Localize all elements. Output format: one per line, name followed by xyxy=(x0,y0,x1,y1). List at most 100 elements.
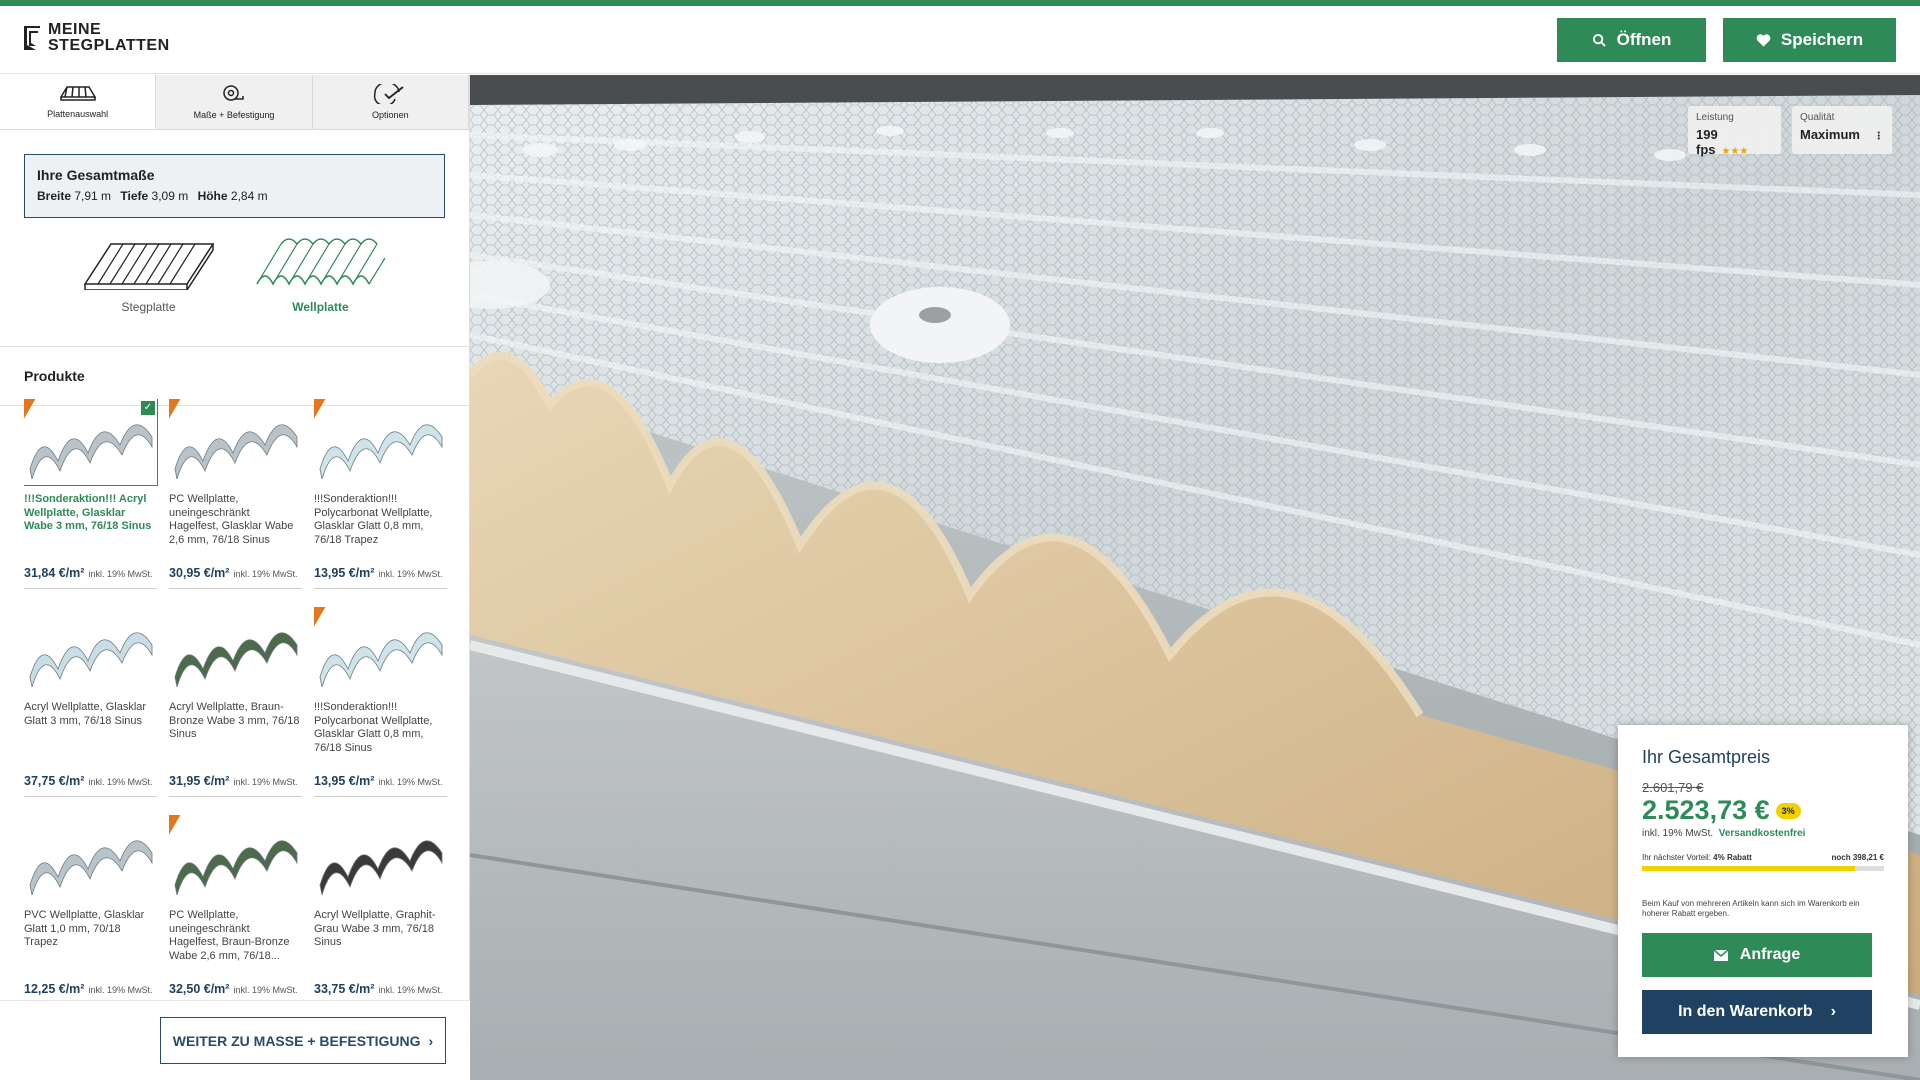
corrugated-sheet-icon xyxy=(255,238,386,286)
remaining-amount: noch 398,21 € xyxy=(1831,853,1884,862)
tab-optionen[interactable]: Optionen xyxy=(312,75,469,129)
more-vertical-icon[interactable]: ⋮ xyxy=(1874,131,1884,142)
perf-value-row: 199 fps ★★★ xyxy=(1696,127,1773,157)
total-price: 2.523,73 € xyxy=(1642,795,1770,825)
product-thumbnail xyxy=(24,815,157,901)
price-value: 12,25 €/m² xyxy=(24,982,85,996)
quality-label: Qualität xyxy=(1800,112,1835,123)
price-value: 31,95 €/m² xyxy=(169,774,230,788)
roof-panel-icon xyxy=(59,86,96,101)
product-thumbnail xyxy=(169,815,302,901)
product-price: 30,95 €/m² inkl. 19% MwSt. xyxy=(169,566,298,580)
product-thumbnail xyxy=(314,815,447,901)
product-card[interactable]: PC Wellplatte, uneingeschränkt Hagelfest… xyxy=(169,399,302,589)
product-card[interactable]: PVC Wellplatte, Glasklar Glatt 1,0 mm, 7… xyxy=(24,815,157,999)
discount-badge: 3% xyxy=(1775,802,1801,819)
type-stegplatte[interactable]: Stegplatte xyxy=(83,238,215,338)
vat-line: inkl. 19% MwSt. Versandkostenfrei xyxy=(1642,828,1884,839)
price-vat-note: inkl. 19% MwSt. xyxy=(88,777,153,787)
depth-value: 3,09 m xyxy=(151,189,189,203)
add-to-cart-button[interactable]: In den Warenkorb › xyxy=(1642,990,1872,1034)
product-price: 33,75 €/m² inkl. 19% MwSt. xyxy=(314,982,443,996)
open-button[interactable]: Öffnen xyxy=(1557,18,1706,62)
product-price: 13,95 €/m² inkl. 19% MwSt. xyxy=(314,774,443,788)
logo-mark-icon xyxy=(24,26,40,50)
performance-indicator[interactable]: Leistung 199 fps ★★★ xyxy=(1688,106,1781,157)
old-price: 2.601,79 € xyxy=(1642,780,1704,795)
type-wellplatte[interactable]: Wellplatte xyxy=(255,238,387,338)
product-name: Acryl Wellplatte, Graphit-Grau Wabe 3 mm… xyxy=(314,909,436,948)
chevron-right-icon: › xyxy=(1830,1003,1836,1020)
tab-masse-befestigung[interactable]: Maße + Befestigung xyxy=(156,75,313,129)
brand-logo[interactable]: MEINE STEGPLATTEN xyxy=(22,22,170,54)
product-card[interactable]: ✓ !!!Sonderaktion!!! Acryl Wellplatte, Gl… xyxy=(24,399,158,589)
product-price: 12,25 €/m² inkl. 19% MwSt. xyxy=(24,982,153,996)
checkmark-icon: ✓ xyxy=(141,401,155,415)
wave-sheet-image xyxy=(174,424,298,480)
price-vat-note: inkl. 19% MwSt. xyxy=(378,777,443,787)
brand-line2: STEGPLATTEN xyxy=(48,37,170,54)
dims-title: Ihre Gesamtmaße xyxy=(37,167,155,183)
config-tabs: Plattenauswahl Maße + Befestigung Option… xyxy=(0,75,469,130)
product-name: !!!Sonderaktion!!! Acryl Wellplatte, Gla… xyxy=(24,493,152,532)
wave-sheet-image xyxy=(174,632,298,688)
wave-sheet-image xyxy=(174,840,298,896)
tab-label: Plattenauswahl xyxy=(47,109,109,119)
new-price-row: 2.523,73 € 3% xyxy=(1642,795,1884,826)
tab-plattenauswahl[interactable]: Plattenauswahl xyxy=(0,75,157,129)
cart-label: In den Warenkorb xyxy=(1678,1003,1813,1020)
discount-progress-fill xyxy=(1642,866,1855,871)
save-label: Speichern xyxy=(1780,30,1864,49)
next-advantage: Ihr nächster Vorteil: 4% Rabatt noch 398… xyxy=(1642,853,1884,862)
product-card[interactable]: !!!Sonderaktion!!! Polycarbonat Wellplat… xyxy=(314,399,447,589)
wave-sheet-image xyxy=(319,424,443,480)
product-name: PC Wellplatte, uneingeschränkt Hagelfest… xyxy=(169,909,290,962)
quality-selector[interactable]: Qualität Maximum ⋮ xyxy=(1792,106,1892,154)
products-heading: Produkte xyxy=(0,346,469,406)
dims-values: Breite 7,91 m Tiefe 3,09 m Höhe 2,84 m xyxy=(37,189,432,203)
price-value: 33,75 €/m² xyxy=(314,982,375,996)
product-card[interactable]: !!!Sonderaktion!!! Polycarbonat Wellplat… xyxy=(314,607,447,797)
product-name: !!!Sonderaktion!!! Polycarbonat Wellplat… xyxy=(314,701,433,754)
product-card[interactable]: PC Wellplatte, uneingeschränkt Hagelfest… xyxy=(169,815,302,999)
perf-label: Leistung xyxy=(1696,112,1734,123)
product-name: Acryl Wellplatte, Glasklar Glatt 3 mm, 7… xyxy=(24,701,147,727)
price-summary: Ihr Gesamtpreis 2.601,79 € 2.523,73 € 3%… xyxy=(1618,725,1908,1057)
discount-note: Beim Kauf von mehreren Artikeln kann sic… xyxy=(1642,899,1860,918)
price-vat-note: inkl. 19% MwSt. xyxy=(233,777,298,787)
price-vat-note: inkl. 19% MwSt. xyxy=(378,569,443,579)
vat-text: inkl. 19% MwSt. xyxy=(1642,828,1714,839)
product-price: 37,75 €/m² inkl. 19% MwSt. xyxy=(24,774,153,788)
app-header: MEINE STEGPLATTEN Öffnen Speichern xyxy=(0,6,1920,74)
price-vat-note: inkl. 19% MwSt. xyxy=(88,569,153,579)
price-value: 13,95 €/m² xyxy=(314,774,375,788)
star-icon: ★★★ xyxy=(1721,146,1749,157)
product-card[interactable]: Acryl Wellplatte, Braun-Bronze Wabe 3 mm… xyxy=(169,607,302,797)
panel-footer: WEITER ZU MASSE + BEFESTIGUNG › xyxy=(0,1000,470,1080)
3d-viewport[interactable]: Leistung 199 fps ★★★ Qualität Maximum ⋮ I… xyxy=(470,75,1920,1080)
product-thumbnail xyxy=(314,607,447,693)
price-title: Ihr Gesamtpreis xyxy=(1642,747,1771,767)
multiwall-sheet-icon xyxy=(83,243,214,290)
product-list[interactable]: ✓ !!!Sonderaktion!!! Acryl Wellplatte, Gl… xyxy=(24,399,454,999)
width-value: 7,91 m xyxy=(74,189,112,203)
product-card[interactable]: Acryl Wellplatte, Graphit-Grau Wabe 3 mm… xyxy=(314,815,447,999)
price-value: 32,50 €/m² xyxy=(169,982,230,996)
wave-sheet-image xyxy=(29,840,153,896)
heart-icon xyxy=(1756,34,1771,47)
next-step-button[interactable]: WEITER ZU MASSE + BEFESTIGUNG › xyxy=(160,1017,446,1064)
configurator-panel: Plattenauswahl Maße + Befestigung Option… xyxy=(0,75,470,1080)
open-label: Öffnen xyxy=(1616,30,1672,49)
price-value: 30,95 €/m² xyxy=(169,566,230,580)
tape-measure-icon xyxy=(223,85,244,101)
product-thumbnail xyxy=(169,607,302,693)
wave-sheet-image xyxy=(319,840,443,896)
request-button[interactable]: Anfrage xyxy=(1642,933,1872,977)
wave-sheet-image xyxy=(29,632,153,688)
product-grid: ✓ !!!Sonderaktion!!! Acryl Wellplatte, Gl… xyxy=(24,399,454,999)
price-vat-note: inkl. 19% MwSt. xyxy=(233,985,298,995)
product-card[interactable]: Acryl Wellplatte, Glasklar Glatt 3 mm, 7… xyxy=(24,607,157,797)
save-button[interactable]: Speichern xyxy=(1723,18,1896,62)
discount-progress-bar xyxy=(1642,866,1884,871)
panel-type-selector: Stegplatte Wellplatte xyxy=(0,238,469,338)
